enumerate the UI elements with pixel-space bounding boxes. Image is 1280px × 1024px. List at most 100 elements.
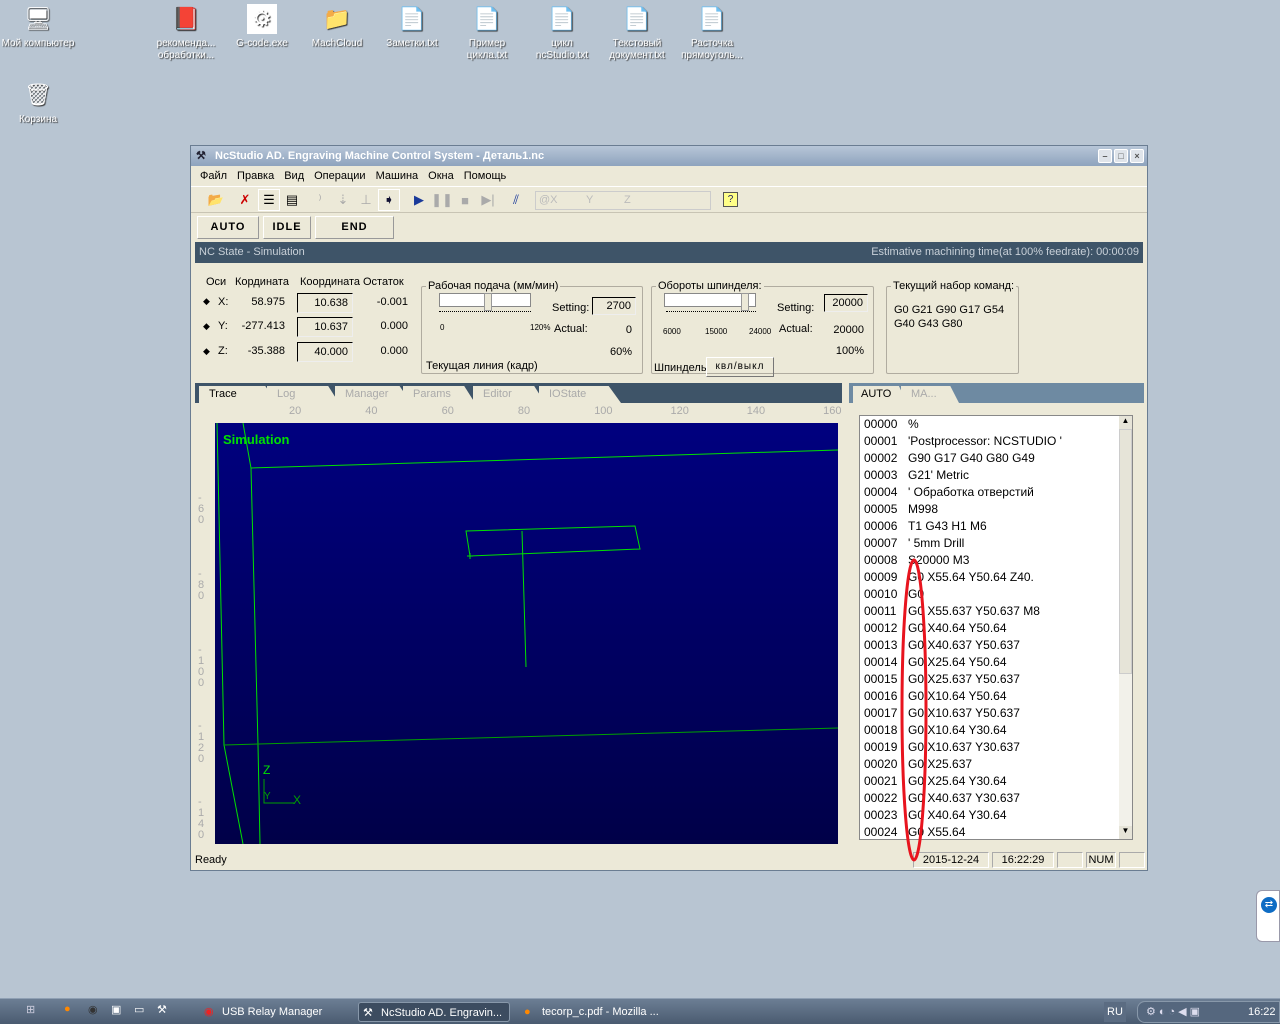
coordinate-input[interactable]: @X Y Z [535, 191, 711, 210]
line-text: M998 [908, 502, 939, 516]
tab-editor[interactable]: Editor [473, 386, 545, 403]
title-bar[interactable]: ⚒ NcStudio AD. Engraving Machine Control… [191, 146, 1147, 166]
taskbar-ncstudio[interactable]: ⚒ NcStudio AD. Engravin... [358, 1002, 510, 1022]
teamviewer-tab[interactable]: ⇄ [1256, 890, 1280, 942]
camera-icon[interactable]: ▣ [111, 1003, 121, 1016]
system-tray: ⚙◐◔◀▣ 16:22 [1137, 1001, 1280, 1023]
code-line[interactable]: 00000% [860, 416, 1132, 433]
code-line[interactable]: 00002 G90 G17 G40 G80 G49 [860, 450, 1132, 467]
nc-state-bar: NC State - Simulation Estimative machini… [195, 242, 1143, 263]
desktop-icon-gcode[interactable]: ⚙ G-code.exe [224, 2, 300, 50]
desktop-icon-machcloud[interactable]: 📁 MachCloud [299, 2, 375, 50]
menu-edit[interactable]: Правка [232, 167, 279, 185]
language-indicator[interactable]: RU [1104, 1002, 1126, 1022]
toolpath-drawing [216, 423, 838, 844]
menu-operations[interactable]: Операции [309, 167, 370, 185]
menu-file[interactable]: Файл [195, 167, 232, 185]
ruler-y-tick-label: -80 [198, 568, 205, 602]
code-line[interactable]: 00003 G21' Metric [860, 467, 1132, 484]
feed-slider-thumb[interactable] [484, 293, 492, 311]
scroll-thumb[interactable] [1119, 429, 1132, 674]
menu-machine[interactable]: Машина [371, 167, 424, 185]
menu-windows[interactable]: Окна [423, 167, 459, 185]
reset-icon[interactable]: ⫽ [505, 189, 527, 211]
desktop-icon-boring[interactable]: 📄 Расточка прямоуголь... [674, 2, 750, 62]
computer-icon: 🖥 [24, 6, 52, 31]
spindle-slider[interactable] [664, 293, 756, 311]
status-ready: Ready [195, 854, 227, 866]
code-line[interactable]: 00001 'Postprocessor: NCSTUDIO ' [860, 433, 1132, 450]
tab-manual[interactable]: MA... [901, 386, 959, 403]
start-icon[interactable]: ⊞ [26, 1003, 35, 1016]
firefox-icon[interactable]: ● [64, 1003, 71, 1015]
desktop-icon-my-computer[interactable]: 🖥 Мой компьютер [0, 2, 76, 50]
feed-slider[interactable] [439, 293, 531, 311]
ruler-x-tick-label: 160 [823, 405, 842, 417]
desktop-icon-notes[interactable]: 📄 Заметки.txt [374, 2, 450, 50]
tab-params[interactable]: Params [403, 386, 475, 403]
view-icon[interactable]: ▤ [281, 189, 303, 211]
spindle-setting-value[interactable]: 20000 [824, 294, 868, 312]
desktop-icon-example[interactable]: 📄 Пример цикла.txt [449, 2, 525, 62]
menu-help[interactable]: Помощь [459, 167, 512, 185]
state-idle-button[interactable]: IDLE [263, 216, 311, 239]
code-line[interactable]: 00004 ' Обработка отверстий [860, 484, 1132, 501]
menu-view[interactable]: Вид [279, 167, 309, 185]
desktop-icon-recommend[interactable]: 📕 рекоменда... обработки... [148, 2, 224, 62]
spindle-group: Обороты шпинделя: 6000 15000 24000 Setti… [651, 280, 874, 377]
tab-log[interactable]: Log [267, 386, 339, 403]
tray-icons[interactable]: ⚙◐◔◀▣ [1146, 1005, 1203, 1018]
state-end-button[interactable]: END [315, 216, 394, 239]
menu-bar: Файл Правка Вид Операции Машина Окна Пом… [195, 167, 511, 185]
show-desktop-icon[interactable]: ▭ [134, 1003, 144, 1016]
tab-manager[interactable]: Manager [335, 386, 411, 403]
spindle-slider-thumb[interactable] [741, 293, 749, 311]
code-line[interactable]: 00007 ' 5mm Drill [860, 535, 1132, 552]
scroll-up-icon[interactable]: ▲ [1119, 416, 1132, 429]
spindle-toggle-button[interactable]: квл/выкл [706, 357, 774, 377]
desktop-icon-textdoc[interactable]: 📄 Текстовый документ.txt [599, 2, 675, 62]
folder-icon: 📁 [323, 6, 351, 31]
axis-x-label: X [293, 793, 302, 807]
code-line[interactable]: 00006 T1 G43 H1 M6 [860, 518, 1132, 535]
media-icon[interactable]: ◉ [88, 1003, 98, 1016]
help-icon[interactable]: ? [723, 192, 738, 207]
probe-z-icon[interactable]: ⇣ [332, 189, 354, 211]
window-icon[interactable]: ☰ [258, 189, 280, 211]
stop-icon[interactable]: ■ [454, 189, 476, 211]
axis-x-indicator-icon[interactable]: ◆ [203, 296, 210, 307]
tool-icon[interactable]: ⊥ [355, 189, 377, 211]
trace-marker [467, 553, 473, 559]
minimize-button[interactable]: – [1098, 149, 1112, 163]
tab-auto[interactable]: AUTO [853, 386, 907, 403]
play-icon[interactable]: ▶ [408, 189, 430, 211]
mode-auto-button[interactable]: AUTO [197, 216, 259, 239]
clock: 16:22 [1248, 1006, 1276, 1018]
maximize-button[interactable]: □ [1114, 149, 1128, 163]
axis-z-indicator-icon[interactable]: ◆ [203, 346, 210, 357]
desktop-icon-cycle[interactable]: 📄 цикл ncStudio.txt [524, 2, 600, 62]
line-text: G90 G17 G40 G80 G49 [908, 451, 1035, 465]
code-line[interactable]: 00005 M998 [860, 501, 1132, 518]
scroll-down-icon[interactable]: ▼ [1119, 826, 1132, 839]
taskbar-firefox-pdf[interactable]: ● tecorp_c.pdf - Mozilla ... [520, 1002, 670, 1022]
open-file-icon[interactable]: 📂 [205, 189, 227, 211]
code-scrollbar[interactable]: ▲ ▼ [1119, 416, 1132, 839]
desktop-icon-recycle-bin[interactable]: 🗑 Корзина [0, 78, 76, 126]
tab-iostate[interactable]: IOState [539, 386, 621, 403]
pause-icon[interactable]: ❚❚ [431, 189, 453, 211]
probe-icon[interactable]: ⁾ [309, 189, 331, 211]
line-number: 00007 [864, 536, 898, 550]
feed-setting-value[interactable]: 2700 [592, 297, 636, 315]
taskbar-usb-relay[interactable]: ◉ USB Relay Manager [200, 1002, 350, 1022]
ncstudio-quick-icon[interactable]: ⚒ [157, 1003, 167, 1016]
close-button[interactable]: × [1130, 149, 1144, 163]
axis-y-indicator-icon[interactable]: ◆ [203, 321, 210, 332]
close-file-icon[interactable]: ✗ [234, 189, 256, 211]
export-icon[interactable]: ➧ [378, 189, 400, 211]
step-icon[interactable]: ▶| [477, 189, 499, 211]
trace-line [216, 423, 244, 844]
simulation-canvas[interactable]: Simulation Z Y X [215, 423, 838, 844]
ruler-x-tick-label: 100 [594, 405, 613, 417]
tab-trace[interactable]: Trace [199, 386, 277, 403]
